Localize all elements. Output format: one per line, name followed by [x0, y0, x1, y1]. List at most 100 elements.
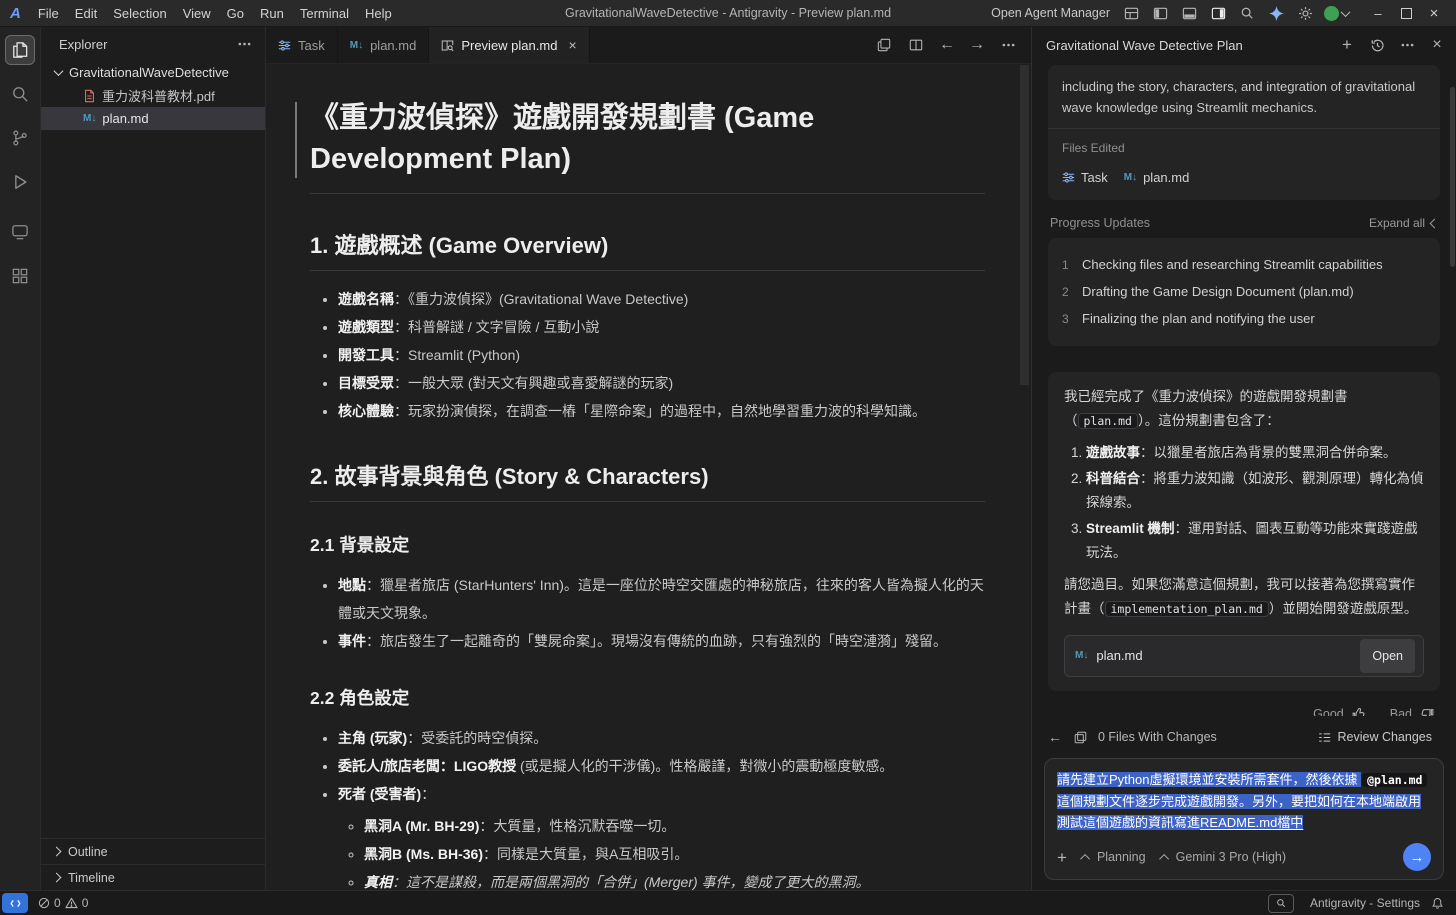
- files-with-changes-label: 0 Files With Changes: [1098, 730, 1217, 744]
- progress-update[interactable]: 3 Finalizing the plan and notifying the u…: [1062, 309, 1426, 329]
- chat-input-text[interactable]: 請先建立Python虛擬環境並安裝所需套件，然後依據 @plan.md 這個規劃…: [1057, 769, 1431, 833]
- agent-panel: Gravitational Wave Detective Plan + × in…: [1031, 27, 1456, 890]
- settings-gear-icon[interactable]: [1295, 3, 1315, 23]
- task-summary-text: including the story, characters, and int…: [1062, 79, 1416, 115]
- add-attachment-button[interactable]: +: [1057, 849, 1067, 866]
- tab-preview-plan-md[interactable]: Preview plan.md ×: [429, 27, 590, 63]
- chevron-down-icon: [53, 66, 64, 77]
- menu-help[interactable]: Help: [357, 3, 400, 24]
- markdown-preview: 《重力波偵探》遊戲開發規劃書 (Game Development Plan) 1.…: [266, 64, 1031, 890]
- agent-conversation: including the story, characters, and int…: [1032, 63, 1456, 716]
- close-tab-icon[interactable]: ×: [568, 38, 576, 52]
- explorer-sidebar: Explorer GravitationalWaveDetective 重力波科…: [41, 27, 266, 890]
- model-selector[interactable]: Gemini 3 Pro (High): [1158, 850, 1286, 864]
- progress-updates-label: Progress Updates: [1050, 216, 1151, 230]
- file-name: 重力波科普教材.pdf: [102, 89, 215, 104]
- tab-plan-md[interactable]: M↓ plan.md: [337, 27, 430, 63]
- thumbs-up-icon[interactable]: [1350, 705, 1368, 716]
- preview-heading: 1. 遊戲概述 (Game Overview): [310, 228, 985, 272]
- notifications-bell-icon[interactable]: [1428, 894, 1446, 912]
- bad-feedback-button[interactable]: Bad: [1390, 707, 1412, 716]
- history-icon[interactable]: [1368, 36, 1386, 54]
- menu-edit[interactable]: Edit: [67, 3, 105, 24]
- split-editor-icon[interactable]: [907, 36, 925, 54]
- edited-file-task[interactable]: Task: [1062, 167, 1108, 188]
- menu-selection[interactable]: Selection: [105, 3, 174, 24]
- editor-more-actions-icon[interactable]: [999, 36, 1017, 54]
- section-timeline[interactable]: Timeline: [41, 864, 265, 890]
- input-text-segment: README.md檔中: [1200, 815, 1304, 830]
- message-points: 遊戲故事：以獵星者旅店為背景的雙黑洞合併命案。科普結合：將重力波知識（如波形、觀…: [1064, 441, 1424, 565]
- compare-changes-icon[interactable]: [875, 36, 893, 54]
- problems-indicator[interactable]: 0 0: [32, 896, 94, 910]
- explorer-more-actions-icon[interactable]: [235, 35, 253, 53]
- file-item-重力波科普教材.pdf[interactable]: 重力波科普教材.pdf: [41, 84, 265, 107]
- section-label: Outline: [68, 844, 108, 859]
- open-agent-manager-button[interactable]: Open Agent Manager: [991, 6, 1110, 20]
- edited-file-name: plan.md: [1143, 170, 1190, 185]
- back-icon[interactable]: ←: [1048, 729, 1062, 745]
- remote-indicator[interactable]: [2, 893, 28, 913]
- panel-more-actions-icon[interactable]: [1398, 36, 1416, 54]
- plan-file-card[interactable]: M↓ plan.md Open: [1064, 635, 1424, 677]
- file-list: 重力波科普教材.pdf M↓ plan.md: [41, 84, 265, 130]
- status-settings-label[interactable]: Antigravity - Settings: [1310, 896, 1420, 910]
- search-sidebar-icon[interactable]: [5, 79, 35, 109]
- review-changes-button[interactable]: Review Changes: [1310, 726, 1441, 748]
- message-point: 科普結合：將重力波知識（如波形、觀測原理）轉化為偵探線索。: [1086, 467, 1424, 515]
- toggle-left-sidebar-icon[interactable]: [1150, 3, 1170, 23]
- send-button[interactable]: →: [1403, 843, 1431, 871]
- file-tree: GravitationalWaveDetective 重力波科普教材.pdf M↓…: [41, 61, 265, 838]
- run-debug-icon[interactable]: [5, 167, 35, 197]
- root-folder-label: GravitationalWaveDetective: [69, 65, 229, 80]
- progress-update[interactable]: 1 Checking files and researching Streamli…: [1062, 255, 1426, 275]
- navigate-back-icon[interactable]: ←: [939, 36, 955, 54]
- new-conversation-icon[interactable]: +: [1338, 35, 1356, 54]
- account-avatar[interactable]: [1324, 5, 1339, 21]
- preview-list-item: 死者 (受害者)：黑洞A (Mr. BH-29)：大質量，性格沉默吞噬一切。黑洞…: [338, 780, 985, 890]
- file-item-plan.md[interactable]: M↓ plan.md: [41, 107, 265, 130]
- menu-file[interactable]: File: [30, 3, 67, 24]
- chevron-down-icon[interactable]: [1340, 6, 1351, 17]
- panel-scrollbar[interactable]: [1450, 87, 1455, 267]
- sidebar-bottom-sections: Outline Timeline: [41, 838, 265, 890]
- menu-go[interactable]: Go: [219, 3, 252, 24]
- explorer-icon[interactable]: [5, 35, 35, 65]
- mode-selector[interactable]: Planning: [1080, 850, 1146, 864]
- open-file-button[interactable]: Open: [1360, 639, 1415, 673]
- changed-files-icon: [1071, 728, 1089, 746]
- thumbs-down-icon[interactable]: [1418, 705, 1436, 716]
- extensions-icon[interactable]: [5, 261, 35, 291]
- chat-input[interactable]: 請先建立Python虛擬環境並安裝所需套件，然後依據 @plan.md 這個規劃…: [1044, 758, 1444, 880]
- minimize-icon[interactable]: –: [1364, 0, 1392, 26]
- toggle-bottom-panel-icon[interactable]: [1179, 3, 1199, 23]
- edited-file-plan.md[interactable]: M↓ plan.md: [1124, 167, 1190, 188]
- layout-grid-icon[interactable]: [1121, 3, 1141, 23]
- menu-view[interactable]: View: [175, 3, 219, 24]
- inline-code: implementation_plan.md: [1104, 601, 1269, 617]
- expand-all-button[interactable]: Expand all: [1369, 216, 1440, 230]
- good-feedback-button[interactable]: Good: [1313, 707, 1344, 716]
- progress-update[interactable]: 2 Drafting the Game Design Document (plan…: [1062, 282, 1426, 302]
- tree-root-folder[interactable]: GravitationalWaveDetective: [41, 61, 265, 84]
- section-outline[interactable]: Outline: [41, 838, 265, 864]
- search-icon[interactable]: [1237, 3, 1257, 23]
- tab-task[interactable]: Task: [266, 27, 338, 63]
- agent-sessions-icon[interactable]: [5, 217, 35, 247]
- close-panel-icon[interactable]: ×: [1428, 36, 1446, 54]
- toggle-right-sidebar-icon[interactable]: [1208, 3, 1228, 23]
- message-point: Streamlit 機制：運用對話、圖表互動等功能來實踐遊戲玩法。: [1086, 517, 1424, 565]
- pdf-icon: [85, 89, 94, 102]
- menu-terminal[interactable]: Terminal: [292, 3, 357, 24]
- navigate-forward-icon[interactable]: →: [969, 36, 985, 54]
- source-control-icon[interactable]: [5, 123, 35, 153]
- editor-scrollbar[interactable]: [1020, 65, 1029, 385]
- close-window-icon[interactable]: ×: [1420, 0, 1448, 26]
- status-search-icon[interactable]: [1267, 893, 1294, 913]
- preview-list-item: 黑洞A (Mr. BH-29)：大質量，性格沉默吞噬一切。: [364, 812, 985, 840]
- message-point: 遊戲故事：以獵星者旅店為背景的雙黑洞合併命案。: [1086, 441, 1424, 465]
- gemini-sparkle-icon[interactable]: [1266, 3, 1286, 23]
- maximize-icon[interactable]: [1392, 0, 1420, 26]
- menu-run[interactable]: Run: [252, 3, 292, 24]
- message-paragraph-2: 請您過目。如果您滿意這個規劃，我可以接著為您撰寫實作計畫（ implementat…: [1064, 577, 1418, 617]
